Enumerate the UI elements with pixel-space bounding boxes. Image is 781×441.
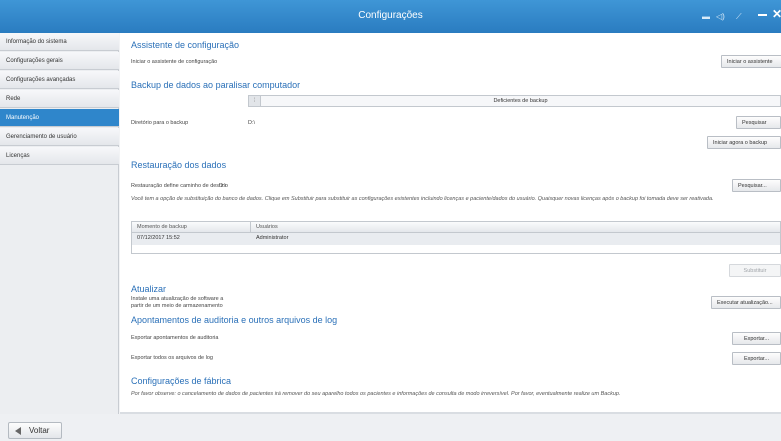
restore-note: Você tem a opção de substituição do banc… [131, 196, 714, 202]
replace-button[interactable]: Substituir [729, 264, 781, 277]
backup-table: Momento de backup Usuários 07/12/2017 15… [131, 221, 781, 254]
sidebar-item-advanced-settings[interactable]: Configurações avançadas [0, 71, 119, 89]
table-row[interactable]: 07/12/2017 15:52 Administrator [132, 233, 780, 245]
run-update-button[interactable]: Executar atualização... [711, 296, 781, 309]
backup-dir-value: D:\ [248, 120, 256, 126]
factory-note: Por favor observe: o cancelamento de dad… [131, 391, 621, 397]
backup-browse-button[interactable]: Pesquisar [736, 116, 781, 129]
title-bar: Configurações ▬ ◁) ⟋ ✕ [0, 0, 781, 33]
back-button[interactable]: Voltar [8, 422, 63, 439]
sidebar: Informação do sistema Configurações gera… [0, 33, 119, 414]
cell-user: Administrator [256, 235, 289, 241]
restore-browse-button[interactable]: Pesquisar... [732, 179, 781, 192]
sidebar-item-system-info[interactable]: Informação do sistema [0, 33, 119, 51]
backup-now-button[interactable]: Iniciar agora o backup [707, 136, 781, 149]
backup-dir-label: Diretório para o backup [131, 120, 189, 126]
update-text-line2: partir de um meio de armazenamento [131, 303, 223, 309]
factory-heading: Configurações de fábrica [131, 376, 232, 386]
restore-heading: Restauração dos dados [131, 160, 227, 170]
restore-path-label: Restauração define caminho de destino [131, 183, 228, 189]
export-audit-button[interactable]: Exportar... [732, 332, 781, 345]
maintenance-panel: Assistente de configuração Iniciar o ass… [120, 33, 781, 414]
backup-mode-selector[interactable]: ⁞ Deficientes de backup [248, 95, 781, 107]
update-text-line1: Instale uma atualização de software a [131, 296, 224, 302]
back-arrow-icon [15, 427, 21, 435]
export-all-logs-button[interactable]: Exportar... [732, 352, 781, 365]
restore-path-value: D:\ [219, 183, 227, 189]
all-logs-export-label: Exportar todos os arquivos de log [131, 355, 213, 361]
logs-heading: Apontamentos de auditoria e outros arqui… [131, 315, 338, 325]
update-heading: Atualizar [131, 284, 167, 294]
backup-heading: Backup de dados ao paralisar computador [131, 80, 301, 90]
display-icon[interactable]: ▬ [702, 13, 710, 21]
table-header: Momento de backup Usuários [132, 222, 780, 233]
back-button-label: Voltar [29, 426, 50, 435]
sidebar-item-user-management[interactable]: Gerenciamento de usuário [0, 128, 119, 146]
sidebar-item-licenses[interactable]: Licenças [0, 147, 119, 165]
column-header-users[interactable]: Usuários [251, 222, 278, 233]
assistant-heading: Assistente de configuração [131, 40, 240, 50]
window-title: Configurações [358, 10, 423, 21]
assistant-text: Iniciar o assistente de configuração [131, 59, 218, 65]
sidebar-item-general-settings[interactable]: Configurações gerais [0, 52, 119, 70]
column-header-backup-time[interactable]: Momento de backup [132, 222, 187, 233]
backup-mode-label: Deficientes de backup [493, 98, 548, 104]
volume-icon[interactable]: ◁) [716, 13, 725, 21]
sidebar-item-network[interactable]: Rede [0, 90, 119, 108]
cell-backup-time: 07/12/2017 15:52 [137, 235, 180, 241]
close-icon[interactable]: ✕ [772, 8, 781, 20]
audit-export-label: Exportar apontamentos de auditoria [131, 335, 219, 341]
footer: Voltar [0, 414, 781, 441]
minimize-icon[interactable] [758, 14, 767, 16]
selector-grip-icon[interactable]: ⁞ [249, 96, 261, 106]
sidebar-item-maintenance[interactable]: Manutenção [0, 109, 119, 127]
network-icon[interactable]: ⟋ [736, 13, 742, 21]
start-assistant-button[interactable]: Iniciar o assistente [721, 55, 781, 68]
